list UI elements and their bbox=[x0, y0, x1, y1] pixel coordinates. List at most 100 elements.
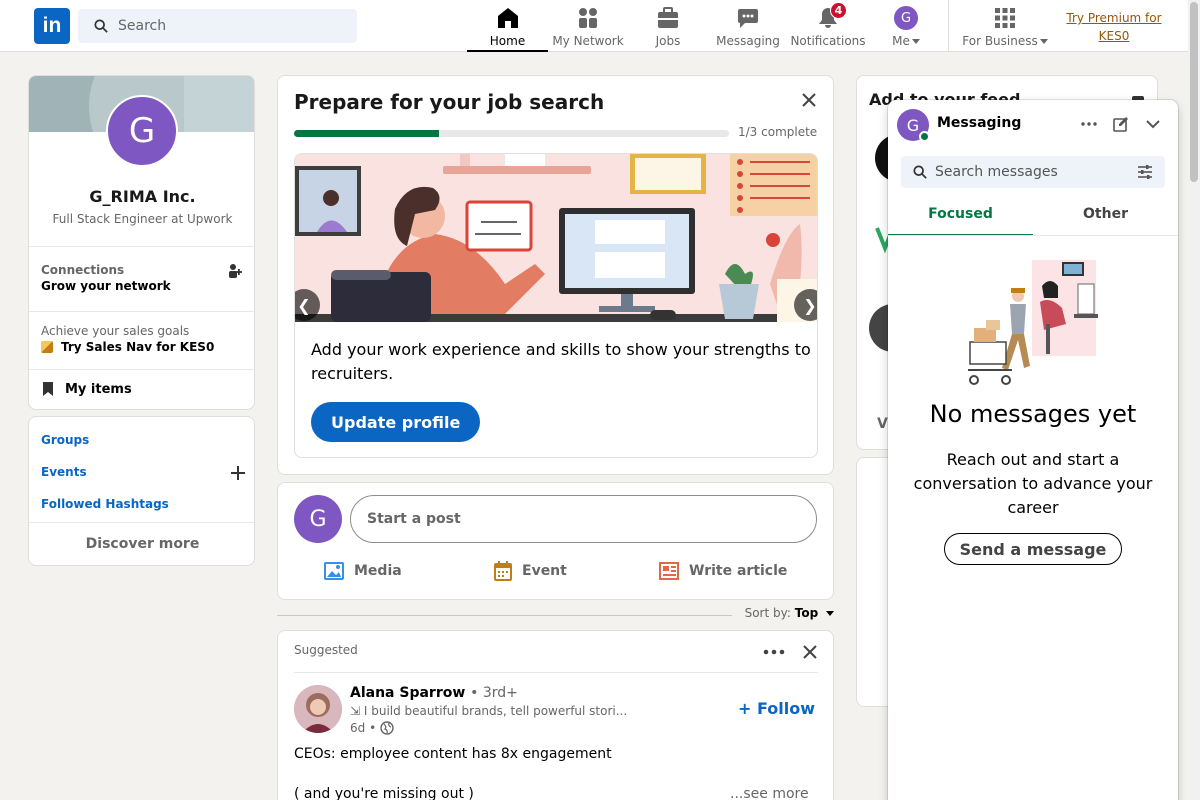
profile-headline: Full Stack Engineer at Upwork bbox=[52, 212, 233, 226]
messaging-panel: G Messaging Focused Other No messages ye… bbox=[888, 100, 1178, 800]
empty-state-description: Reach out and start a conversation to ad… bbox=[913, 450, 1153, 517]
author-avatar[interactable] bbox=[294, 685, 342, 733]
nav-for-business[interactable]: For Business bbox=[952, 0, 1058, 52]
briefcase-icon bbox=[656, 6, 680, 30]
nav-messaging[interactable]: Messaging bbox=[708, 0, 788, 52]
suggested-label: Suggested bbox=[294, 643, 358, 657]
divider bbox=[29, 369, 254, 370]
nav-messaging-label: Messaging bbox=[716, 34, 780, 48]
close-icon[interactable] bbox=[803, 645, 817, 659]
job-search-illustration bbox=[295, 154, 817, 322]
empty-state-title: No messages yet bbox=[929, 400, 1137, 428]
article-icon bbox=[659, 562, 679, 580]
job-card-title: Prepare for your job search bbox=[294, 90, 605, 114]
tab-other[interactable]: Other bbox=[1033, 200, 1178, 236]
messaging-title[interactable]: Messaging bbox=[937, 115, 1021, 131]
send-message-button[interactable]: Send a message bbox=[944, 533, 1122, 565]
profile-name[interactable]: G_RIMA Inc. bbox=[29, 187, 254, 206]
online-status-indicator bbox=[919, 131, 930, 142]
event-label: Event bbox=[522, 563, 567, 579]
divider bbox=[29, 522, 254, 523]
update-profile-button[interactable]: Update profile bbox=[311, 402, 481, 442]
feed-sort-bar: Sort by: Top bbox=[277, 604, 834, 624]
empty-messages-illustration bbox=[968, 260, 1098, 385]
close-icon[interactable] bbox=[802, 93, 816, 107]
progress-bar bbox=[294, 130, 729, 137]
add-connection-icon[interactable] bbox=[227, 263, 243, 279]
follow-button[interactable]: + Follow bbox=[738, 699, 815, 718]
linkedin-logo[interactable]: in bbox=[34, 8, 70, 44]
post-text: CEOs: employee content has 8x engagement bbox=[294, 746, 612, 762]
events-link[interactable]: Events bbox=[41, 465, 87, 479]
community-links-card: Groups Events Followed Hashtags Discover… bbox=[28, 416, 255, 566]
my-items-label: My items bbox=[65, 381, 132, 397]
discover-more-button[interactable]: Discover more bbox=[29, 536, 254, 552]
nav-home-label: Home bbox=[489, 34, 526, 48]
nav-me-label: Me bbox=[892, 34, 920, 48]
connections-row[interactable]: Connections Grow your network bbox=[41, 263, 171, 293]
connections-sub: Grow your network bbox=[41, 279, 171, 293]
chat-icon bbox=[736, 6, 760, 30]
message-search-bar[interactable] bbox=[901, 156, 1165, 188]
try-premium-link[interactable]: Try Premium for KES0 bbox=[1060, 9, 1168, 45]
connections-label: Connections bbox=[41, 263, 125, 277]
write-article-label: Write article bbox=[689, 563, 788, 579]
nav-home[interactable]: Home bbox=[467, 0, 548, 52]
bookmark-icon bbox=[43, 382, 53, 396]
author-headline: ⇲ I build beautiful brands, tell powerfu… bbox=[350, 704, 628, 718]
my-items-row[interactable]: My items bbox=[41, 381, 132, 397]
progress-text: 1/3 complete bbox=[738, 125, 818, 139]
globe-icon bbox=[380, 721, 394, 735]
profile-card: G G_RIMA Inc. Full Stack Engineer at Upw… bbox=[28, 75, 255, 410]
search-bar[interactable] bbox=[78, 9, 357, 43]
message-search-input[interactable] bbox=[935, 164, 1135, 180]
tab-focused[interactable]: Focused bbox=[888, 200, 1033, 236]
carousel-next-button[interactable]: ❯ bbox=[794, 289, 817, 321]
filter-icon[interactable] bbox=[1137, 165, 1153, 179]
sort-value: Top bbox=[794, 606, 819, 620]
post-time: 6d • bbox=[350, 721, 394, 735]
divider bbox=[277, 615, 732, 616]
scrollbar-thumb[interactable] bbox=[1190, 2, 1198, 182]
more-icon[interactable] bbox=[1079, 114, 1099, 134]
job-card-description: Add your work experience and skills to s… bbox=[311, 340, 811, 383]
media-label: Media bbox=[354, 563, 402, 579]
more-icon[interactable] bbox=[763, 649, 785, 655]
chevron-down-icon[interactable] bbox=[1143, 114, 1163, 134]
profile-avatar[interactable]: G bbox=[106, 95, 178, 167]
nav-me[interactable]: G Me bbox=[868, 0, 944, 52]
followed-hashtags-link[interactable]: Followed Hashtags bbox=[41, 497, 169, 511]
divider bbox=[294, 672, 818, 673]
sales-nav-row[interactable]: Achieve your sales goals Try Sales Nav f… bbox=[41, 324, 214, 354]
divider bbox=[29, 246, 254, 247]
add-event-icon[interactable] bbox=[231, 466, 245, 480]
network-icon bbox=[576, 6, 600, 30]
nav-my-network[interactable]: My Network bbox=[548, 0, 628, 52]
see-more-link[interactable]: ...see more bbox=[730, 786, 809, 800]
chevron-down-icon bbox=[911, 39, 920, 44]
job-search-card: Prepare for your job search 1/3 complete bbox=[277, 75, 834, 475]
sort-dropdown[interactable]: Sort by: Top bbox=[745, 606, 834, 620]
groups-link[interactable]: Groups bbox=[41, 433, 89, 447]
write-article-button[interactable]: Write article bbox=[659, 559, 787, 583]
media-button[interactable]: Media bbox=[324, 559, 402, 583]
event-button[interactable]: Event bbox=[494, 559, 567, 583]
search-input[interactable] bbox=[118, 18, 338, 34]
nav-jobs-label: Jobs bbox=[655, 34, 681, 48]
top-nav: in Home My Network Jobs Messaging 4 Noti… bbox=[0, 0, 1200, 52]
nav-my-network-label: My Network bbox=[552, 34, 624, 48]
start-post-button[interactable]: Start a post bbox=[350, 495, 817, 543]
bell-icon: 4 bbox=[816, 2, 847, 30]
premium-icon bbox=[41, 341, 53, 353]
chevron-down-icon bbox=[826, 611, 834, 616]
nav-notifications[interactable]: 4 Notifications bbox=[788, 0, 868, 52]
divider bbox=[29, 311, 254, 312]
author-name[interactable]: Alana Sparrow • 3rd+ bbox=[350, 685, 518, 701]
avatar: G bbox=[894, 6, 918, 30]
nav-jobs[interactable]: Jobs bbox=[628, 0, 708, 52]
chevron-down-icon bbox=[1039, 39, 1048, 44]
page-scrollbar[interactable] bbox=[1188, 0, 1200, 800]
avatar[interactable]: G bbox=[294, 495, 342, 543]
compose-icon[interactable] bbox=[1111, 114, 1131, 134]
feed-post: Suggested Alana Sparrow • 3rd+ ⇲ I build… bbox=[277, 630, 834, 800]
